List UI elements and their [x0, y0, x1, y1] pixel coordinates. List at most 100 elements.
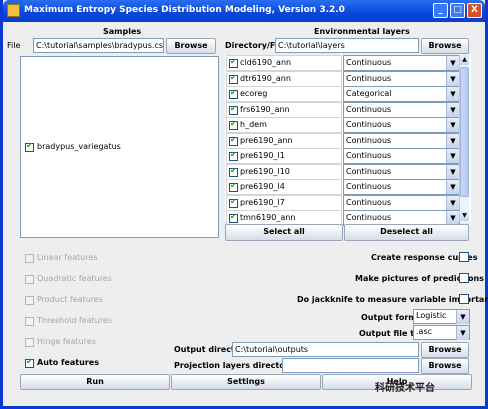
env-layer-type-select[interactable]: Continuous ▼ — [343, 101, 460, 118]
env-layer-type: Continuous — [346, 151, 392, 160]
output-directory-field[interactable]: C:\tutorial\outputs — [232, 342, 419, 357]
chevron-down-icon[interactable]: ▼ — [446, 133, 459, 148]
env-layer-type: Categorical — [346, 89, 392, 98]
run-button[interactable]: Run — [20, 374, 170, 390]
chevron-down-icon[interactable]: ▼ — [446, 195, 459, 210]
env-layer-type-select[interactable]: Continuous ▼ — [343, 194, 460, 211]
samples-browse-button[interactable]: Browse — [166, 38, 216, 54]
chevron-down-icon[interactable]: ▼ — [456, 326, 469, 340]
env-layer-type-select[interactable]: Continuous ▼ — [343, 179, 460, 195]
response-curves-checkbox[interactable] — [459, 252, 469, 262]
env-layer-checkbox[interactable] — [229, 166, 238, 177]
samples-header: Samples — [103, 27, 142, 36]
env-layer-row: pre6190_l4 Continuous ▼ — [225, 179, 460, 195]
env-layer-type-select[interactable]: Continuous ▼ — [343, 55, 460, 71]
env-layer-table: cld6190_ann Continuous ▼ dtr6190_ann Continu… — [225, 55, 471, 226]
env-layer-name: pre6190_l4 — [240, 182, 285, 191]
env-layer-checkbox[interactable] — [229, 135, 238, 146]
env-layer-name: pre6190_l7 — [240, 197, 285, 207]
env-layer-checkbox[interactable] — [229, 104, 238, 115]
env-browse-button[interactable]: Browse — [421, 38, 469, 54]
env-layer-row: h_dem Continuous ▼ — [225, 117, 460, 133]
env-layer-type: Continuous — [346, 213, 392, 222]
env-layer-name: dtr6190_ann — [240, 73, 291, 83]
output-file-type-select[interactable]: .asc ▼ — [413, 325, 470, 340]
species-list: bradypus_variegatus — [20, 56, 219, 238]
env-layer-checkbox[interactable] — [229, 57, 238, 68]
chevron-down-icon[interactable]: ▼ — [446, 118, 459, 132]
chevron-down-icon[interactable]: ▼ — [456, 310, 469, 324]
env-layer-type: Continuous — [346, 182, 392, 191]
env-layer-name: pre6190_l10 — [240, 166, 290, 176]
app-icon — [7, 4, 20, 17]
chevron-down-icon[interactable]: ▼ — [446, 71, 459, 86]
env-layer-type-select[interactable]: Continuous ▼ — [343, 163, 460, 180]
env-layer-row: pre6190_l1 Continuous ▼ — [225, 148, 460, 164]
env-layer-row: frs6190_ann Continuous ▼ — [225, 101, 460, 118]
feature-checkbox[interactable] — [25, 357, 34, 368]
scroll-up-icon[interactable]: ▲ — [460, 55, 469, 65]
env-layer-name: h_dem — [240, 120, 267, 129]
maximize-button[interactable]: □ — [450, 3, 465, 18]
env-layer-name: cld6190_ann — [240, 58, 292, 67]
env-layer-type-select[interactable]: Categorical ▼ — [343, 86, 460, 102]
feature-label: Hinge features — [37, 337, 96, 346]
env-layer-name: tmn6190_ann — [240, 213, 296, 222]
projection-field[interactable] — [282, 358, 419, 373]
env-layer-checkbox[interactable] — [229, 181, 238, 192]
env-layer-checkbox[interactable] — [229, 212, 238, 223]
scroll-down-icon[interactable]: ▼ — [460, 211, 469, 221]
env-layer-type: Continuous — [346, 104, 392, 114]
env-scrollbar[interactable]: ▲ ▼ — [459, 55, 469, 222]
env-layer-name: ecoreg — [240, 89, 268, 98]
chevron-down-icon[interactable]: ▼ — [446, 87, 459, 101]
scroll-thumb[interactable] — [460, 67, 469, 197]
env-layer-type: Continuous — [346, 73, 392, 83]
chevron-down-icon[interactable]: ▼ — [446, 164, 459, 179]
chevron-down-icon[interactable]: ▼ — [446, 211, 459, 225]
settings-button[interactable]: Settings — [171, 374, 321, 390]
env-layer-type-select[interactable]: Continuous ▼ — [343, 117, 460, 133]
deselect-all-button[interactable]: Deselect all — [344, 224, 469, 241]
species-checkbox[interactable] — [25, 141, 34, 152]
env-layer-type: Continuous — [346, 166, 392, 176]
feature-label: Product features — [37, 295, 103, 304]
chevron-down-icon[interactable]: ▼ — [446, 56, 459, 70]
env-layer-name: pre6190_ann — [240, 135, 293, 145]
feature-checkbox[interactable] — [25, 275, 34, 284]
feature-checkbox[interactable] — [25, 338, 34, 347]
env-directory-field[interactable]: C:\tutorial\layers — [275, 38, 419, 53]
env-layer-name: frs6190_ann — [240, 104, 290, 114]
env-layer-type: Continuous — [346, 197, 392, 207]
main-window: Maximum Entropy Species Distribution Mod… — [0, 0, 488, 409]
samples-file-field[interactable]: C:\tutorial\samples\bradypus.csv — [33, 38, 164, 53]
env-layer-type-select[interactable]: Continuous ▼ — [343, 70, 460, 87]
output-browse-button[interactable]: Browse — [421, 342, 469, 358]
env-layer-name-cell: pre6190_l4 — [226, 179, 342, 195]
env-layer-name-cell: ecoreg — [226, 86, 342, 102]
env-layer-name: pre6190_l1 — [240, 151, 285, 160]
env-layer-type-select[interactable]: Continuous ▼ — [343, 132, 460, 149]
chevron-down-icon[interactable]: ▼ — [446, 180, 459, 194]
env-layer-checkbox[interactable] — [229, 150, 238, 161]
feature-checkbox[interactable] — [25, 317, 34, 326]
env-layer-checkbox[interactable] — [229, 119, 238, 130]
close-button[interactable]: X — [467, 3, 482, 18]
minimize-button[interactable]: _ — [433, 3, 448, 18]
chevron-down-icon[interactable]: ▼ — [446, 149, 459, 163]
env-layer-type-select[interactable]: Continuous ▼ — [343, 148, 460, 164]
feature-checkbox[interactable] — [25, 254, 34, 263]
output-format-select[interactable]: Logistic ▼ — [413, 309, 470, 324]
env-layer-row: cld6190_ann Continuous ▼ — [225, 55, 460, 71]
output-file-type-value: .asc — [416, 327, 433, 336]
feature-checkbox[interactable] — [25, 296, 34, 305]
env-layer-name-cell: pre6190_l7 — [226, 194, 342, 211]
env-layer-checkbox[interactable] — [229, 197, 238, 208]
chevron-down-icon[interactable]: ▼ — [446, 102, 459, 117]
env-layer-checkbox[interactable] — [229, 73, 238, 84]
jackknife-checkbox[interactable] — [459, 294, 469, 304]
select-all-button[interactable]: Select all — [225, 224, 343, 241]
env-layer-checkbox[interactable] — [229, 88, 238, 99]
projection-browse-button[interactable]: Browse — [421, 358, 469, 374]
pictures-checkbox[interactable] — [459, 273, 469, 283]
